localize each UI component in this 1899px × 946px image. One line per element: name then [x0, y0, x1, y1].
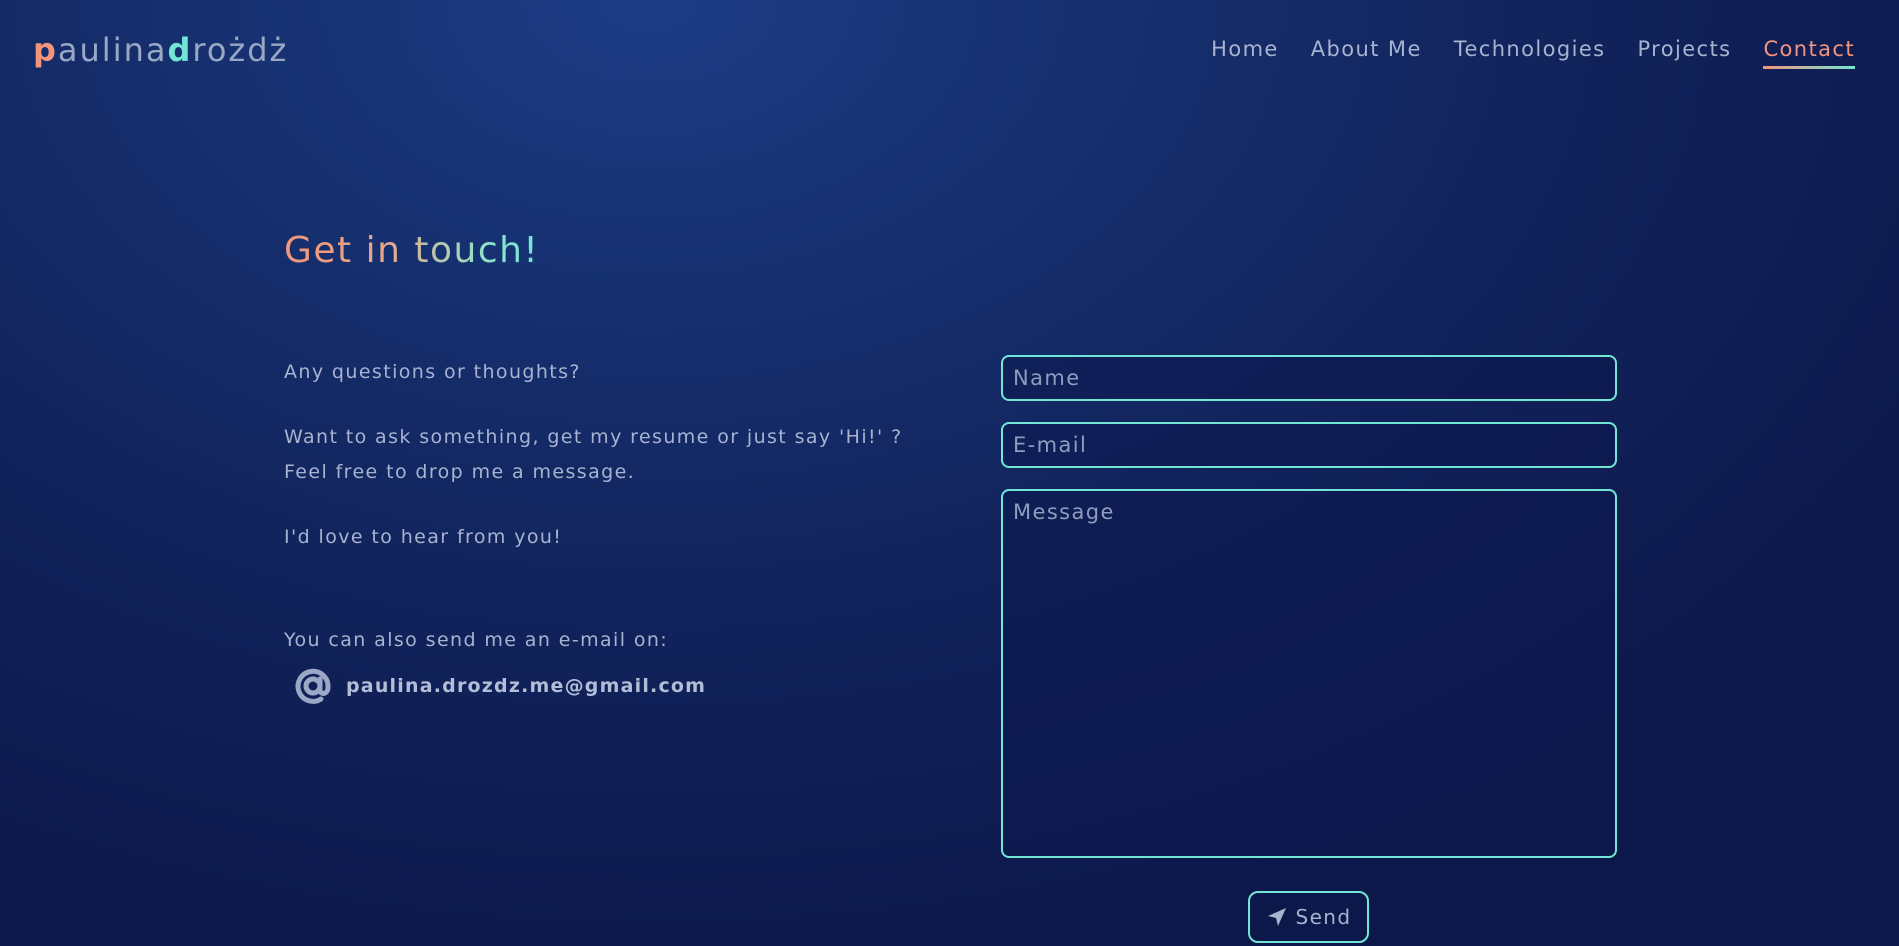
- send-label: Send: [1295, 905, 1352, 929]
- nav-technologies[interactable]: Technologies: [1454, 34, 1606, 64]
- contact-body-line1: Want to ask something, get my resume or …: [284, 426, 903, 448]
- name-input[interactable]: [1001, 355, 1617, 401]
- nav-menu: Home About Me Technologies Projects Cont…: [1211, 34, 1855, 69]
- email-input[interactable]: [1001, 422, 1617, 468]
- nav-contact[interactable]: Contact: [1763, 34, 1855, 69]
- paper-plane-icon: [1266, 906, 1288, 928]
- nav-about-me[interactable]: About Me: [1311, 34, 1422, 64]
- contact-body-line2: Feel free to drop me a message.: [284, 461, 636, 483]
- logo-accent-p: p: [33, 31, 58, 69]
- contact-closing: I'd love to hear from you!: [284, 526, 563, 548]
- logo-text-last: rożdż: [192, 31, 289, 69]
- site-logo[interactable]: paulinadrożdż: [33, 28, 288, 72]
- message-input[interactable]: [1001, 489, 1617, 858]
- logo-accent-d: d: [167, 31, 193, 69]
- logo-text-first: aulina: [57, 31, 168, 69]
- email-row: paulina.drozdz.me@gmail.com: [292, 665, 706, 707]
- nav-projects[interactable]: Projects: [1637, 34, 1731, 64]
- email-link[interactable]: paulina.drozdz.me@gmail.com: [346, 675, 706, 697]
- contact-body: Want to ask something, get my resume or …: [284, 420, 903, 490]
- send-button[interactable]: Send: [1248, 891, 1369, 943]
- nav-home[interactable]: Home: [1211, 34, 1279, 64]
- email-intro: You can also send me an e-mail on:: [284, 629, 669, 651]
- contact-intro: Any questions or thoughts?: [284, 361, 581, 383]
- at-sign-icon: [292, 665, 334, 707]
- page-title: Get in touch!: [284, 230, 540, 271]
- top-navigation: paulinadrożdż Home About Me Technologies…: [0, 0, 1899, 100]
